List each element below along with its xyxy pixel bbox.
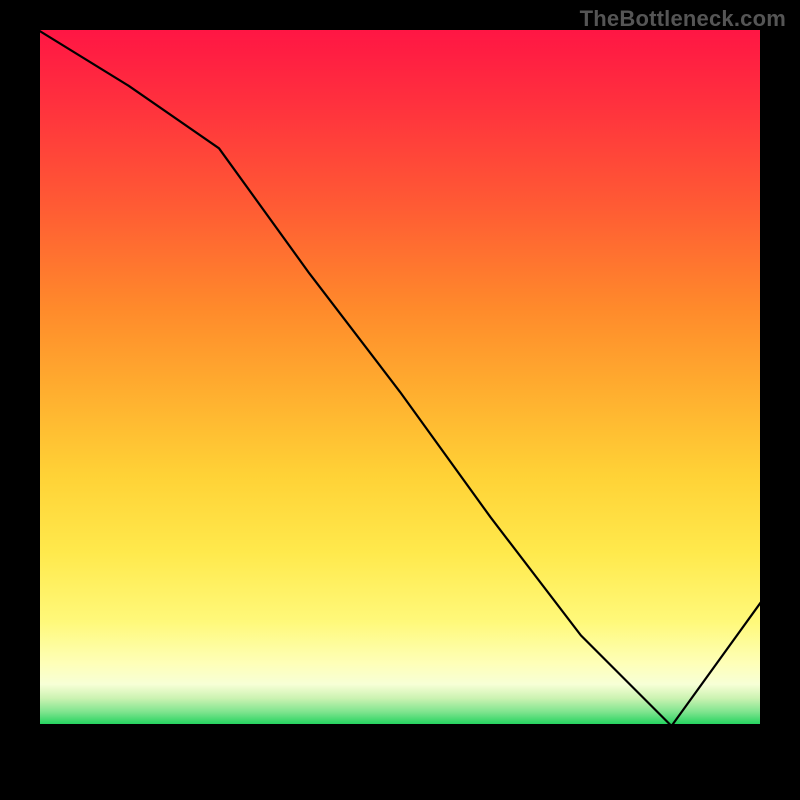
- chart-svg: [36, 30, 764, 764]
- watermark-text: TheBottleneck.com: [580, 6, 786, 32]
- plot-background: [38, 30, 762, 726]
- chart-frame: TheBottleneck.com: [0, 0, 800, 800]
- chart-area: [36, 30, 764, 764]
